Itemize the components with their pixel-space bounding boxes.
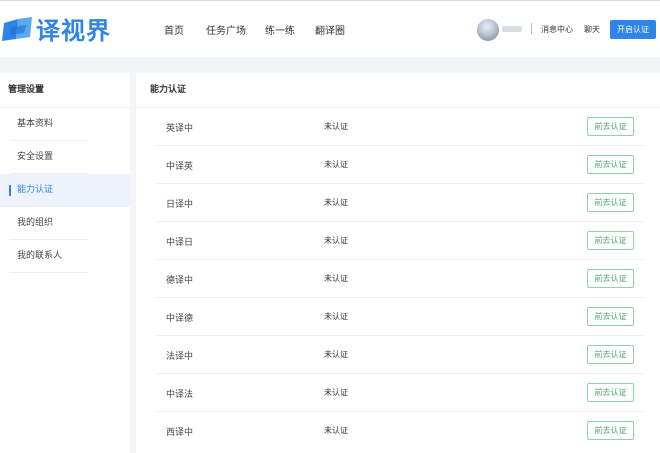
username-blurred[interactable] <box>502 26 522 32</box>
list-item: 德译中 未认证 前去认证 <box>157 259 643 298</box>
sidebar-item-organization[interactable]: 我的组织 <box>0 207 130 240</box>
status-text: 未认证 <box>324 160 348 169</box>
chat-link[interactable]: 聊天 <box>584 24 600 35</box>
sidebar-item-label: 安全设置 <box>17 152 54 162</box>
list-item: 中译日 未认证 前去认证 <box>157 221 643 260</box>
language-pair: 日译中 <box>166 200 194 210</box>
language-pair: 中译日 <box>166 238 194 248</box>
go-certify-button[interactable]: 前去认证 <box>587 231 634 250</box>
list-item: 英译中 未认证 前去认证 <box>157 107 643 146</box>
settings-sidebar: 管理设置 基本资料 安全设置 能力认证 我的组织 我的联系人 <box>0 73 130 453</box>
language-pair: 西译中 <box>166 428 194 438</box>
status-text: 未认证 <box>324 122 348 131</box>
sidebar-item-certification[interactable]: 能力认证 <box>0 174 130 207</box>
status-text: 未认证 <box>324 198 348 207</box>
language-pair: 英译中 <box>166 124 194 134</box>
sidebar-item-label: 基本资料 <box>17 119 54 129</box>
nav-task-square[interactable]: 任务广场 <box>206 22 246 37</box>
go-certify-button[interactable]: 前去认证 <box>587 345 634 364</box>
certification-panel: 能力认证 英译中 未认证 前去认证 中译英 未认证 前去认证 日译中 未认证 前… <box>136 73 660 453</box>
language-pair: 德译中 <box>166 276 194 286</box>
divider <box>10 272 88 273</box>
top-navbar: 译视界 首页 任务广场 练一练 翻译圈 消息中心 聊天 开启认证 <box>0 0 660 57</box>
go-certify-button[interactable]: 前去认证 <box>587 307 634 326</box>
language-pair: 法译中 <box>166 352 194 362</box>
list-item: 法译中 未认证 前去认证 <box>157 335 643 374</box>
language-pair: 中译法 <box>166 390 194 400</box>
nav-home[interactable]: 首页 <box>164 22 184 37</box>
sidebar-item-security[interactable]: 安全设置 <box>0 141 130 174</box>
active-indicator <box>9 185 11 196</box>
page-title: 能力认证 <box>136 73 660 108</box>
go-certify-button[interactable]: 前去认证 <box>587 117 634 136</box>
sidebar-item-label: 能力认证 <box>17 185 54 195</box>
avatar[interactable] <box>477 19 499 41</box>
go-certify-button[interactable]: 前去认证 <box>587 383 634 402</box>
sidebar-title: 管理设置 <box>0 73 130 108</box>
list-item: 西译中 未认证 前去认证 <box>157 411 643 449</box>
status-text: 未认证 <box>324 274 348 283</box>
language-pair: 中译德 <box>166 314 194 324</box>
list-item: 中译法 未认证 前去认证 <box>157 373 643 412</box>
status-text: 未认证 <box>324 426 348 435</box>
message-center-link[interactable]: 消息中心 <box>541 24 573 35</box>
go-certify-button[interactable]: 前去认证 <box>587 421 634 440</box>
status-text: 未认证 <box>324 388 348 397</box>
go-certify-button[interactable]: 前去认证 <box>587 155 634 174</box>
go-certify-button[interactable]: 前去认证 <box>587 269 634 288</box>
nav-translation-circle[interactable]: 翻译圈 <box>315 22 345 37</box>
start-certification-button[interactable]: 开启认证 <box>610 20 656 39</box>
language-pair: 中译英 <box>166 162 194 172</box>
status-text: 未认证 <box>324 312 348 321</box>
list-item: 中译英 未认证 前去认证 <box>157 145 643 184</box>
sidebar-item-contacts[interactable]: 我的联系人 <box>0 240 130 273</box>
nav-practice[interactable]: 练一练 <box>265 22 295 37</box>
divider <box>531 23 532 34</box>
list-item: 中译德 未认证 前去认证 <box>157 297 643 336</box>
sidebar-item-label: 我的联系人 <box>17 251 63 261</box>
status-text: 未认证 <box>324 350 348 359</box>
status-text: 未认证 <box>324 236 348 245</box>
list-item: 日译中 未认证 前去认证 <box>157 183 643 222</box>
sidebar-item-basic-info[interactable]: 基本资料 <box>0 108 130 141</box>
sidebar-item-label: 我的组织 <box>17 218 54 228</box>
go-certify-button[interactable]: 前去认证 <box>587 193 634 212</box>
